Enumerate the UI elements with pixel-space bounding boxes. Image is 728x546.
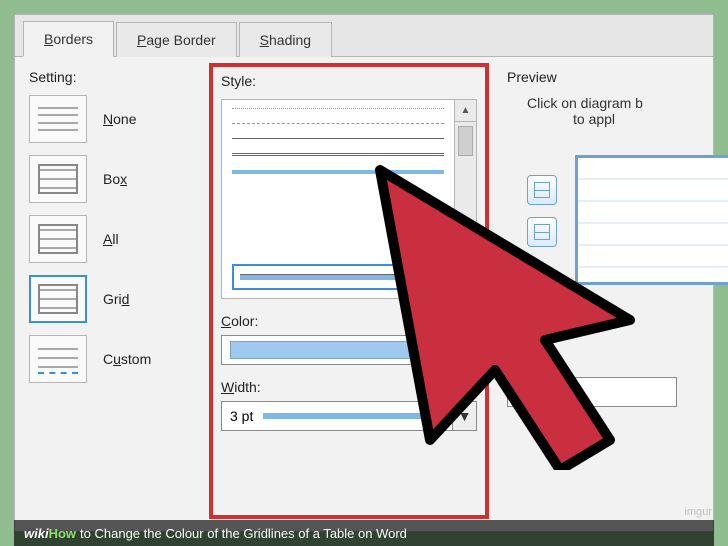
- width-value: 3 pt: [230, 408, 253, 424]
- width-dropdown[interactable]: 3 pt ▼: [221, 401, 477, 431]
- apply-to-dropdown[interactable]: Cell: [507, 377, 677, 407]
- setting-thumb-all: [29, 215, 87, 263]
- setting-option-all-label: All: [103, 231, 119, 247]
- caption-brand-how: How: [49, 526, 76, 541]
- preview-table[interactable]: [575, 155, 728, 285]
- style-items: [222, 100, 454, 298]
- setting-option-all[interactable]: All: [29, 215, 209, 263]
- tab-borders[interactable]: Borders: [23, 21, 114, 57]
- setting-option-grid[interactable]: Grid: [29, 275, 209, 323]
- setting-label: Setting:: [29, 69, 209, 85]
- style-line-double[interactable]: [232, 153, 444, 156]
- tab-shading-label: hading: [269, 32, 311, 48]
- setting-option-grid-label: Grid: [103, 291, 129, 307]
- style-line-dotted[interactable]: [232, 108, 444, 109]
- setting-column: Setting: None Box All: [29, 69, 209, 519]
- scroll-down-icon[interactable]: ▼: [455, 276, 476, 298]
- tab-page-border-label: age Border: [146, 32, 215, 48]
- preview-column: Preview Click on diagram b to appl Appl …: [489, 69, 699, 519]
- style-label: Style:: [221, 73, 477, 89]
- color-swatch-wrap: [222, 341, 452, 359]
- width-dropdown-button[interactable]: ▼: [452, 402, 476, 430]
- style-scrollbar[interactable]: ▲ ▼: [454, 100, 476, 298]
- setting-thumb-box: [29, 155, 87, 203]
- color-dropdown[interactable]: ▼: [221, 335, 477, 365]
- width-bar: [263, 413, 444, 419]
- preview-border-top-button[interactable]: [527, 175, 557, 205]
- preview-hint: Click on diagram b to appl: [527, 95, 699, 127]
- tab-borders-label: orders: [53, 31, 93, 47]
- style-listbox[interactable]: ▲ ▼: [221, 99, 477, 299]
- preview-label: Preview: [507, 69, 699, 85]
- width-content: 3 pt: [222, 408, 452, 424]
- style-line-bluepair[interactable]: [232, 170, 444, 174]
- color-dropdown-button[interactable]: ▼: [452, 336, 476, 364]
- apply-to-value: Cell: [508, 384, 676, 400]
- color-label: Color:: [221, 313, 477, 329]
- preview-border-middle-button[interactable]: [527, 217, 557, 247]
- caption-text: to Change the Colour of the Gridlines of…: [80, 526, 407, 541]
- apply-to-label: Appl: [507, 355, 699, 371]
- setting-option-box[interactable]: Box: [29, 155, 209, 203]
- setting-option-custom[interactable]: Custom: [29, 335, 209, 383]
- caption-brand-wiki: wiki: [24, 526, 49, 541]
- scroll-up-icon[interactable]: ▲: [455, 100, 476, 122]
- setting-option-none[interactable]: None: [29, 95, 209, 143]
- style-column: Style: ▲ ▼ Color:: [209, 63, 489, 519]
- setting-option-custom-label: Custom: [103, 351, 151, 367]
- setting-thumb-grid: [29, 275, 87, 323]
- color-swatch: [230, 341, 444, 359]
- borders-dialog: Borders Page Border Shading Setting: Non…: [14, 14, 714, 532]
- dialog-panel: Setting: None Box All: [15, 57, 713, 531]
- style-line-selected[interactable]: [232, 264, 444, 290]
- tab-shading[interactable]: Shading: [239, 22, 332, 57]
- watermark: imgur: [684, 506, 712, 518]
- preview-diagram: [517, 155, 699, 315]
- tab-page-border[interactable]: Page Border: [116, 22, 237, 57]
- style-line-solid[interactable]: [232, 138, 444, 139]
- caption-bar: wikiHow to Change the Colour of the Grid…: [14, 520, 714, 546]
- setting-option-none-label: None: [103, 111, 136, 127]
- setting-thumb-none: [29, 95, 87, 143]
- tab-strip: Borders Page Border Shading: [15, 15, 713, 57]
- setting-option-box-label: Box: [103, 171, 127, 187]
- scroll-thumb[interactable]: [458, 126, 473, 156]
- width-label: Width:: [221, 379, 477, 395]
- style-line-dashdot[interactable]: [232, 123, 444, 124]
- setting-thumb-custom: [29, 335, 87, 383]
